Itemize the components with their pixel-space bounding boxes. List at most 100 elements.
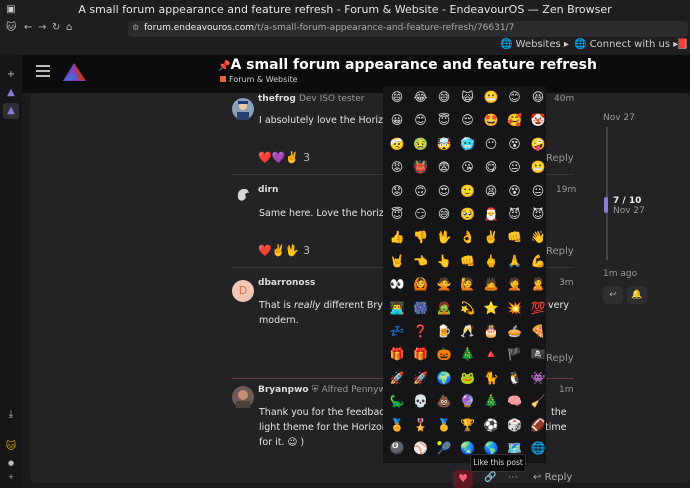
timeline-reply-icon[interactable]: ↩ [603, 286, 623, 304]
emoji-option[interactable]: 🙂 [458, 181, 478, 201]
emoji-option[interactable]: 😍 [434, 181, 454, 201]
emoji-option[interactable]: 😶 [481, 134, 501, 154]
emoji-option[interactable]: 👾 [528, 368, 546, 388]
endeavour-tab-icon[interactable]: ▲ [3, 85, 19, 101]
emoji-option[interactable]: 👍 [387, 227, 407, 247]
emoji-option[interactable]: 👊 [505, 227, 525, 247]
emoji-option[interactable]: 🎂 [481, 321, 501, 341]
download-icon[interactable]: ⤓ [3, 407, 19, 423]
home-icon[interactable]: ⌂ [66, 22, 72, 33]
like-heart-icon[interactable]: ♥ [453, 470, 473, 488]
emoji-option[interactable]: 👌 [458, 227, 478, 247]
timeline-start-date[interactable]: Nov 27 [603, 113, 635, 123]
emoji-option[interactable]: 🦕 [387, 391, 407, 411]
emoji-option[interactable]: 🏴 [505, 344, 525, 364]
emoji-option[interactable]: 👊 [458, 251, 478, 271]
emoji-option[interactable]: 🤦 [505, 274, 525, 294]
emoji-option[interactable]: 🔮 [458, 391, 478, 411]
emoji-option[interactable]: 😋 [481, 157, 501, 177]
emoji-option[interactable]: 🙏 [505, 251, 525, 271]
emoji-option[interactable]: 🔺 [481, 344, 501, 364]
post-1-reactions[interactable]: ❤️💜✌️ 3 [258, 151, 310, 164]
timeline-handle[interactable] [604, 197, 608, 214]
emoji-option[interactable]: 🤪 [528, 134, 546, 154]
emoji-option[interactable]: 🍕 [528, 321, 546, 341]
emoji-option[interactable]: 🥇 [434, 415, 454, 435]
emoji-option[interactable]: 👨‍💻 [387, 298, 407, 318]
timeline-end[interactable]: 1m ago [603, 269, 637, 279]
emoji-option[interactable]: 😐 [528, 181, 546, 201]
emoji-option[interactable]: 💯 [528, 298, 546, 318]
emoji-option[interactable]: 🤘 [387, 251, 407, 271]
topic-title[interactable]: 📌A small forum appearance and feature re… [218, 57, 597, 73]
post-1-username[interactable]: thefrog Dev ISO tester [258, 94, 364, 104]
emoji-option[interactable]: 😂 [411, 87, 431, 107]
emoji-option[interactable]: 😇 [387, 204, 407, 224]
emoji-option[interactable]: 🙃 [411, 181, 431, 201]
emoji-option[interactable]: ⭐ [481, 298, 501, 318]
emoji-option[interactable]: 🤕 [387, 134, 407, 154]
emoji-option[interactable]: 🥂 [458, 321, 478, 341]
post-2-reactions[interactable]: ❤️✌️🖖 3 [258, 244, 310, 257]
emoji-option[interactable]: 👈 [411, 251, 431, 271]
emoji-option[interactable]: 😈 [505, 204, 525, 224]
emoji-option[interactable]: 🐸 [458, 368, 478, 388]
category-badge[interactable]: Forum & Website [220, 75, 298, 84]
emoji-option[interactable]: 🍺 [434, 321, 454, 341]
emoji-option[interactable]: 🎖️ [411, 415, 431, 435]
emoji-option[interactable]: 😇 [434, 110, 454, 130]
emoji-option[interactable]: 💫 [458, 298, 478, 318]
new-tab-icon[interactable]: + [3, 67, 19, 83]
emoji-option[interactable]: 🎆 [411, 298, 431, 318]
emoji-option[interactable]: 😌 [458, 110, 478, 130]
forward-arrow-icon[interactable]: → [38, 22, 46, 33]
bookmark-folder-icon[interactable]: 📕 [676, 39, 688, 50]
dbarronoss-avatar[interactable]: D [232, 280, 254, 302]
emoji-option[interactable]: 🥺 [458, 204, 478, 224]
emoji-option[interactable]: 🙅 [434, 274, 454, 294]
emoji-option[interactable]: 🙀 [458, 87, 478, 107]
emoji-option[interactable]: 🙋 [458, 274, 478, 294]
post-2-reply-button[interactable]: Reply [546, 246, 574, 257]
emoji-option[interactable]: 😐 [505, 157, 525, 177]
post-4-reply-button[interactable]: ↩ Reply [533, 472, 572, 483]
post-3-time[interactable]: 3m [559, 278, 574, 288]
emoji-option[interactable]: 🎅 [481, 204, 501, 224]
emoji-option[interactable]: 🌐 [528, 438, 546, 458]
emoji-option[interactable]: 🥧 [505, 321, 525, 341]
emoji-option[interactable]: 🥶 [458, 134, 478, 154]
emoji-option[interactable]: 🤢 [411, 134, 431, 154]
emoji-option[interactable]: 🤡 [528, 110, 546, 130]
bookmark-websites[interactable]: 🌐 Websites ▸ [500, 39, 569, 50]
emoji-option[interactable]: 💩 [434, 391, 454, 411]
timeline-track[interactable] [606, 127, 608, 260]
emoji-option[interactable]: 😆 [528, 87, 546, 107]
emoji-option[interactable]: 🥰 [505, 110, 525, 130]
post-2-username[interactable]: dirn [258, 185, 278, 195]
emoji-option[interactable]: 🎄 [481, 391, 501, 411]
emoji-option[interactable]: 🙎 [528, 274, 546, 294]
post-4-time[interactable]: 1m [559, 385, 574, 395]
emoji-option[interactable]: 🧹 [528, 391, 546, 411]
emoji-option[interactable]: 🙆 [411, 274, 431, 294]
emoji-option[interactable]: 🏈 [528, 415, 546, 435]
url-bar[interactable]: ⚙ forum.endeavouros.com/t/a-small-forum-… [128, 21, 688, 37]
emoji-option[interactable]: 👆 [434, 251, 454, 271]
emoji-option[interactable]: 👎 [411, 227, 431, 247]
emoji-option[interactable]: 😅 [434, 204, 454, 224]
endeavour-active-tab-icon[interactable]: ▲ [3, 103, 19, 119]
emoji-option[interactable]: 🖕 [481, 251, 501, 271]
emoji-option[interactable]: 👹 [411, 157, 431, 177]
emoji-option[interactable]: 😬 [481, 87, 501, 107]
emoji-option[interactable]: 😈 [528, 204, 546, 224]
bookmark-connect[interactable]: 🌐 Connect with us ▸ [574, 39, 678, 50]
workspace-icon[interactable]: 🐱 [3, 439, 19, 455]
emoji-option[interactable]: 😅 [434, 87, 454, 107]
emoji-option[interactable]: 😘 [458, 157, 478, 177]
dirn-avatar[interactable] [232, 184, 254, 206]
emoji-option[interactable]: 🎁 [387, 344, 407, 364]
emoji-option[interactable]: 🤩 [481, 110, 501, 130]
emoji-option[interactable]: 😊 [505, 87, 525, 107]
emoji-option[interactable]: 🎃 [434, 344, 454, 364]
workspace-add-icon[interactable]: + [3, 469, 19, 485]
